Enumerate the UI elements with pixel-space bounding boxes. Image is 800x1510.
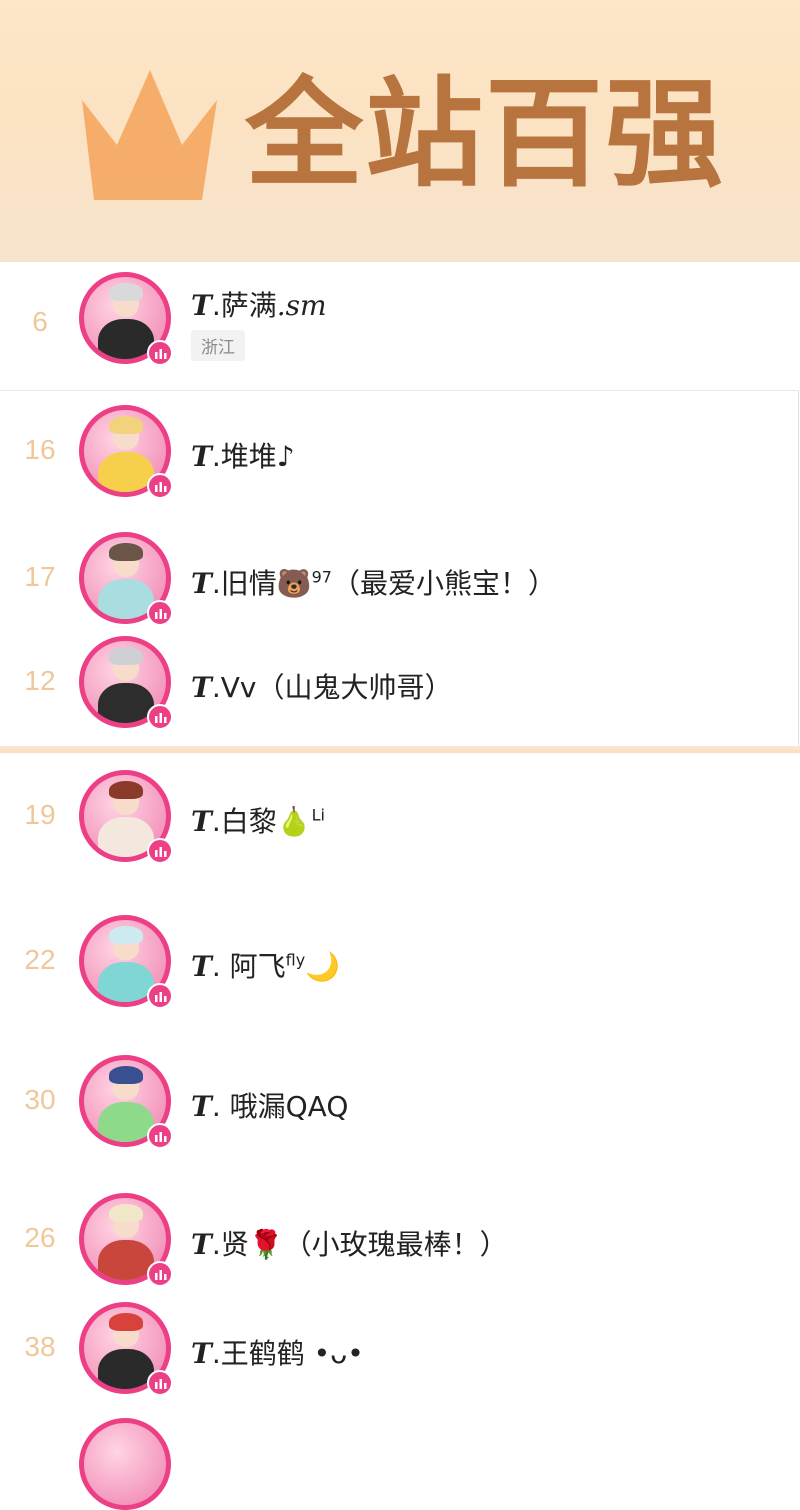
rank-row[interactable]: 38 T.王鹤鹤 •ᴗ• [0,1302,800,1396]
rank-number: 26 [24,1222,56,1253]
avatar[interactable] [79,405,173,499]
voice-badge-icon [147,983,173,1009]
rank-row[interactable]: 12 T.Vv（山鬼大帅哥） [0,636,800,730]
voice-badge-icon [147,340,173,366]
avatar[interactable] [79,770,173,864]
rank-row[interactable]: 22 T. 阿飞fly🌙 [0,915,800,1009]
avatar[interactable] [79,1055,173,1149]
rank-row[interactable]: 6 T.萨满.sm 浙江 [0,262,800,390]
voice-badge-icon [147,1123,173,1149]
avatar[interactable] [79,532,173,626]
rank-number: 6 [32,306,48,337]
rank-number: 22 [24,944,56,975]
rank-row[interactable]: 19 T.白黎🍐Li [0,770,800,864]
rank-number: 30 [24,1084,56,1115]
avatar[interactable] [79,272,173,366]
crown-icon [82,70,217,200]
user-name: T.贤🌹（小玫瑰最棒！） [191,1228,508,1261]
avatar[interactable] [79,636,173,730]
avatar[interactable] [79,1302,173,1396]
voice-badge-icon [147,838,173,864]
rank-number: 12 [24,665,56,696]
voice-badge-icon [147,1370,173,1396]
rank-row[interactable]: 17 T.旧情🐻97（最爱小熊宝！） [0,532,800,626]
avatar[interactable] [79,915,173,1009]
ranking-banner: 全站百强 [0,0,800,262]
rank-number: 17 [24,561,56,592]
user-name: T. 阿飞fly🌙 [191,950,341,983]
divider [0,746,800,753]
user-name: T. 哦漏QAQ [191,1090,349,1123]
user-name: T.Vv（山鬼大帅哥） [191,671,453,704]
voice-badge-icon [147,1261,173,1287]
rank-number: 16 [24,434,56,465]
user-name: T.白黎🍐Li [191,805,325,838]
avatar[interactable] [79,1193,173,1287]
rank-row[interactable]: 26 T.贤🌹（小玫瑰最棒！） [0,1193,800,1287]
voice-badge-icon [147,473,173,499]
rank-number: 19 [24,799,56,830]
region-tag: 浙江 [191,330,245,361]
voice-badge-icon [147,600,173,626]
user-name: T.旧情🐻97（最爱小熊宝！） [191,567,556,600]
user-name: T.王鹤鹤 •ᴗ• [191,1337,364,1370]
banner-title: 全站百强 [245,65,726,203]
rank-row[interactable]: 16 T.堆堆♪ [0,405,800,499]
user-name: T.堆堆♪ [191,440,295,473]
rank-row[interactable]: 30 T. 哦漏QAQ [0,1055,800,1149]
avatar[interactable] [79,1418,171,1510]
rank-number: 38 [24,1331,56,1362]
voice-badge-icon [147,704,173,730]
user-name: T.萨满.sm [191,289,327,322]
